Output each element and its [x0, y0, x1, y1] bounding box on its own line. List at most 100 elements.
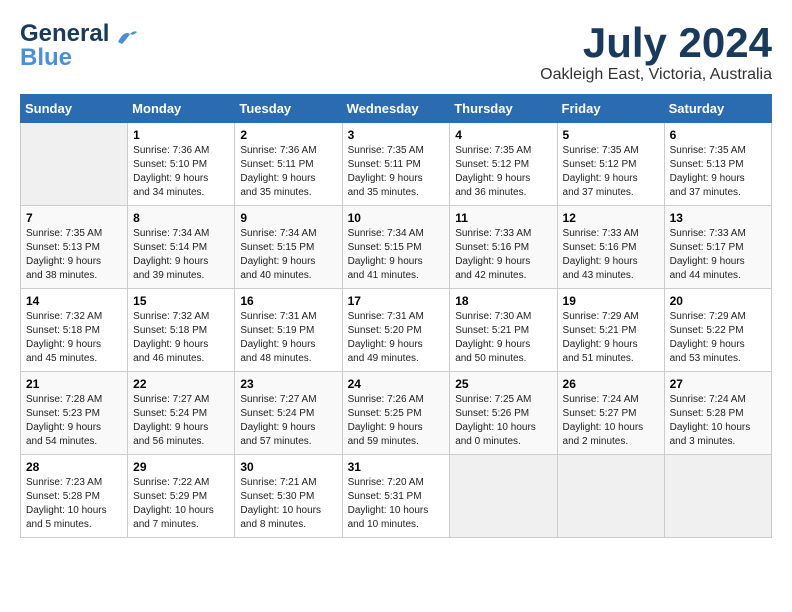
day-number: 17: [348, 294, 445, 308]
day-number: 13: [670, 211, 766, 225]
day-info: Sunrise: 7:23 AMSunset: 5:28 PMDaylight:…: [26, 476, 122, 532]
calendar-cell: 29 Sunrise: 7:22 AMSunset: 5:29 PMDayligh…: [128, 455, 235, 538]
calendar-cell: 11 Sunrise: 7:33 AMSunset: 5:16 PMDayligh…: [450, 206, 557, 289]
day-number: 5: [563, 128, 659, 142]
day-number: 29: [133, 460, 229, 474]
day-info: Sunrise: 7:31 AMSunset: 5:20 PMDaylight:…: [348, 310, 445, 366]
day-info: Sunrise: 7:33 AMSunset: 5:16 PMDaylight:…: [563, 227, 659, 283]
day-info: Sunrise: 7:26 AMSunset: 5:25 PMDaylight:…: [348, 393, 445, 449]
calendar-cell: [557, 455, 664, 538]
calendar-week-row: 1 Sunrise: 7:36 AMSunset: 5:10 PMDaylight…: [21, 123, 772, 206]
logo-bird-icon: [116, 28, 138, 46]
calendar-cell: 2 Sunrise: 7:36 AMSunset: 5:11 PMDaylight…: [235, 123, 342, 206]
day-info: Sunrise: 7:29 AMSunset: 5:21 PMDaylight:…: [563, 310, 659, 366]
calendar-cell: 27 Sunrise: 7:24 AMSunset: 5:28 PMDayligh…: [664, 372, 771, 455]
day-number: 28: [26, 460, 122, 474]
calendar-cell: 18Sunrise: 7:30 AMSunset: 5:21 PMDayligh…: [450, 289, 557, 372]
calendar-cell: 30 Sunrise: 7:21 AMSunset: 5:30 PMDayligh…: [235, 455, 342, 538]
day-info: Sunrise: 7:22 AMSunset: 5:29 PMDaylight:…: [133, 476, 229, 532]
day-number: 31: [348, 460, 445, 474]
day-number: 2: [240, 128, 336, 142]
day-number: 3: [348, 128, 445, 142]
day-info: Sunrise: 7:27 AMSunset: 5:24 PMDaylight:…: [240, 393, 336, 449]
day-number: 11: [455, 211, 551, 225]
day-info: Sunrise: 7:28 AMSunset: 5:23 PMDaylight:…: [26, 393, 122, 449]
day-info: Sunrise: 7:34 AMSunset: 5:15 PMDaylight:…: [348, 227, 445, 283]
day-number: 14: [26, 294, 122, 308]
weekday-header: Monday: [128, 95, 235, 123]
day-number: 9: [240, 211, 336, 225]
calendar-cell: 6 Sunrise: 7:35 AMSunset: 5:13 PMDaylight…: [664, 123, 771, 206]
day-info: Sunrise: 7:35 AMSunset: 5:12 PMDaylight:…: [455, 144, 551, 200]
day-info: Sunrise: 7:36 AMSunset: 5:10 PMDaylight:…: [133, 144, 229, 200]
calendar-cell: 15 Sunrise: 7:32 AMSunset: 5:18 PMDayligh…: [128, 289, 235, 372]
day-info: Sunrise: 7:32 AMSunset: 5:18 PMDaylight:…: [133, 310, 229, 366]
calendar-cell: [21, 123, 128, 206]
calendar-cell: 12Sunrise: 7:33 AMSunset: 5:16 PMDayligh…: [557, 206, 664, 289]
day-info: Sunrise: 7:35 AMSunset: 5:11 PMDaylight:…: [348, 144, 445, 200]
day-info: Sunrise: 7:24 AMSunset: 5:28 PMDaylight:…: [670, 393, 766, 449]
day-number: 6: [670, 128, 766, 142]
day-number: 24: [348, 377, 445, 391]
page-header: General Blue July 2024 Oakleigh East, Vi…: [20, 20, 772, 84]
day-number: 25: [455, 377, 551, 391]
calendar-week-row: 7Sunrise: 7:35 AMSunset: 5:13 PMDaylight…: [21, 206, 772, 289]
calendar-cell: 5Sunrise: 7:35 AMSunset: 5:12 PMDaylight…: [557, 123, 664, 206]
day-number: 23: [240, 377, 336, 391]
calendar-cell: 8 Sunrise: 7:34 AMSunset: 5:14 PMDaylight…: [128, 206, 235, 289]
calendar-cell: 19Sunrise: 7:29 AMSunset: 5:21 PMDayligh…: [557, 289, 664, 372]
weekday-header: Tuesday: [235, 95, 342, 123]
weekday-header: Sunday: [21, 95, 128, 123]
day-number: 22: [133, 377, 229, 391]
day-info: Sunrise: 7:27 AMSunset: 5:24 PMDaylight:…: [133, 393, 229, 449]
weekday-header: Friday: [557, 95, 664, 123]
calendar-table: SundayMondayTuesdayWednesdayThursdayFrid…: [20, 94, 772, 538]
calendar-cell: 17 Sunrise: 7:31 AMSunset: 5:20 PMDayligh…: [342, 289, 450, 372]
day-info: Sunrise: 7:36 AMSunset: 5:11 PMDaylight:…: [240, 144, 336, 200]
day-number: 27: [670, 377, 766, 391]
calendar-header-row: SundayMondayTuesdayWednesdayThursdayFrid…: [21, 95, 772, 123]
weekday-header: Wednesday: [342, 95, 450, 123]
day-info: Sunrise: 7:24 AMSunset: 5:27 PMDaylight:…: [563, 393, 659, 449]
calendar-cell: 3 Sunrise: 7:35 AMSunset: 5:11 PMDaylight…: [342, 123, 450, 206]
day-number: 20: [670, 294, 766, 308]
day-number: 4: [455, 128, 551, 142]
calendar-cell: 23 Sunrise: 7:27 AMSunset: 5:24 PMDayligh…: [235, 372, 342, 455]
day-info: Sunrise: 7:29 AMSunset: 5:22 PMDaylight:…: [670, 310, 766, 366]
day-number: 15: [133, 294, 229, 308]
day-info: Sunrise: 7:34 AMSunset: 5:14 PMDaylight:…: [133, 227, 229, 283]
calendar-cell: 14 Sunrise: 7:32 AMSunset: 5:18 PMDayligh…: [21, 289, 128, 372]
day-info: Sunrise: 7:33 AMSunset: 5:17 PMDaylight:…: [670, 227, 766, 283]
calendar-cell: 16Sunrise: 7:31 AMSunset: 5:19 PMDayligh…: [235, 289, 342, 372]
day-number: 8: [133, 211, 229, 225]
calendar-week-row: 21Sunrise: 7:28 AMSunset: 5:23 PMDayligh…: [21, 372, 772, 455]
day-number: 1: [133, 128, 229, 142]
location-title: Oakleigh East, Victoria, Australia: [540, 66, 772, 84]
logo: General Blue: [20, 20, 138, 72]
day-info: Sunrise: 7:32 AMSunset: 5:18 PMDaylight:…: [26, 310, 122, 366]
calendar-cell: 10 Sunrise: 7:34 AMSunset: 5:15 PMDayligh…: [342, 206, 450, 289]
day-number: 26: [563, 377, 659, 391]
day-number: 16: [240, 294, 336, 308]
calendar-cell: 13 Sunrise: 7:33 AMSunset: 5:17 PMDayligh…: [664, 206, 771, 289]
day-number: 10: [348, 211, 445, 225]
logo-blue: Blue: [20, 44, 72, 72]
weekday-header: Saturday: [664, 95, 771, 123]
calendar-cell: 24 Sunrise: 7:26 AMSunset: 5:25 PMDayligh…: [342, 372, 450, 455]
day-info: Sunrise: 7:33 AMSunset: 5:16 PMDaylight:…: [455, 227, 551, 283]
calendar-cell: 28 Sunrise: 7:23 AMSunset: 5:28 PMDayligh…: [21, 455, 128, 538]
day-number: 30: [240, 460, 336, 474]
calendar-cell: [664, 455, 771, 538]
calendar-cell: 1 Sunrise: 7:36 AMSunset: 5:10 PMDaylight…: [128, 123, 235, 206]
day-info: Sunrise: 7:25 AMSunset: 5:26 PMDaylight:…: [455, 393, 551, 449]
calendar-week-row: 28 Sunrise: 7:23 AMSunset: 5:28 PMDayligh…: [21, 455, 772, 538]
day-info: Sunrise: 7:35 AMSunset: 5:13 PMDaylight:…: [26, 227, 122, 283]
calendar-week-row: 14 Sunrise: 7:32 AMSunset: 5:18 PMDayligh…: [21, 289, 772, 372]
calendar-cell: 9 Sunrise: 7:34 AMSunset: 5:15 PMDaylight…: [235, 206, 342, 289]
day-info: Sunrise: 7:34 AMSunset: 5:15 PMDaylight:…: [240, 227, 336, 283]
day-info: Sunrise: 7:21 AMSunset: 5:30 PMDaylight:…: [240, 476, 336, 532]
title-block: July 2024 Oakleigh East, Victoria, Austr…: [540, 20, 772, 84]
day-number: 18: [455, 294, 551, 308]
calendar-cell: 25 Sunrise: 7:25 AMSunset: 5:26 PMDayligh…: [450, 372, 557, 455]
day-info: Sunrise: 7:35 AMSunset: 5:13 PMDaylight:…: [670, 144, 766, 200]
